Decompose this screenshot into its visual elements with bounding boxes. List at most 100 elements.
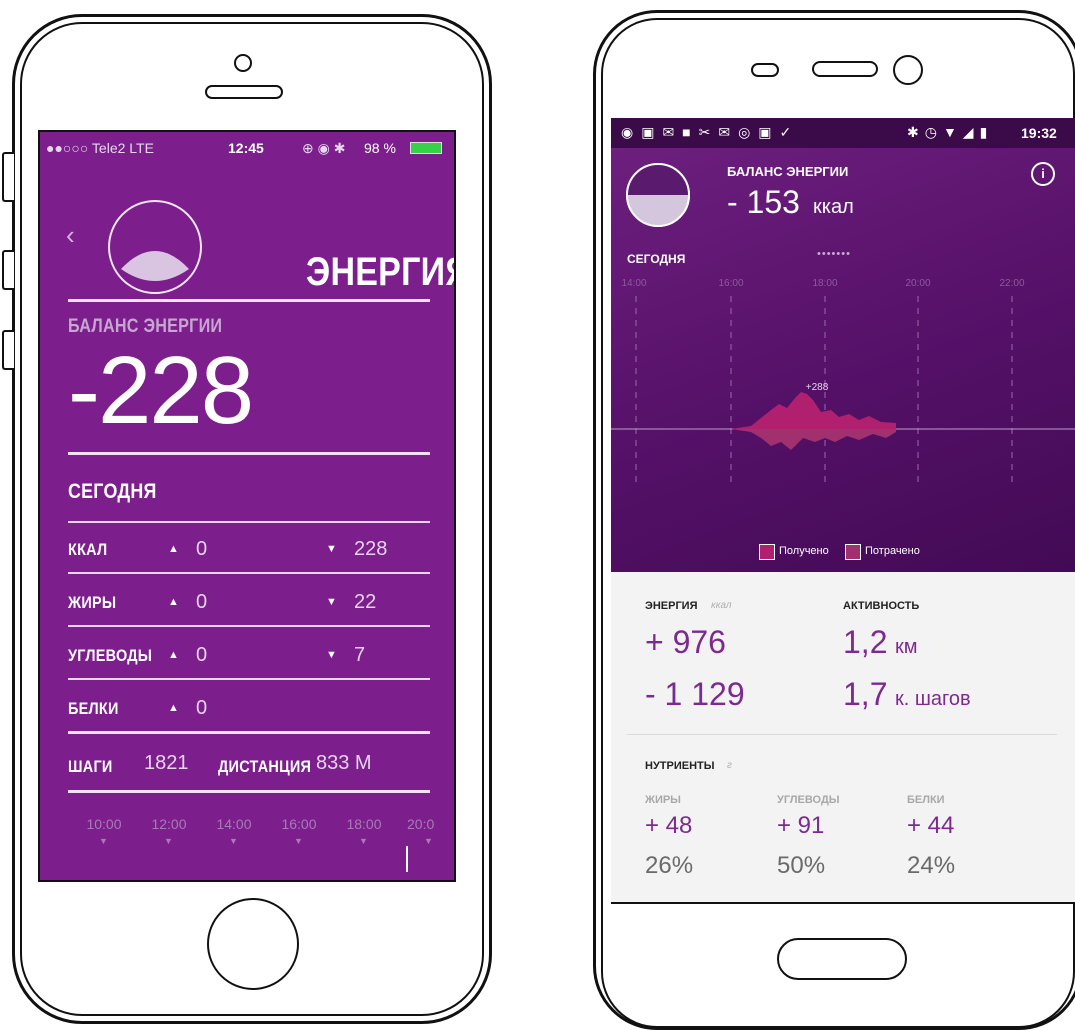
earpiece-speaker: [812, 61, 878, 77]
nutrient-percent: 24%: [907, 852, 956, 879]
down-arrow-icon: ▼: [326, 543, 337, 555]
tick-marker-icon: ▼: [294, 836, 303, 846]
today-label: СЕГОДНЯ: [68, 480, 157, 503]
page-indicator[interactable]: •••••••: [817, 248, 851, 260]
proximity-sensor: [751, 63, 779, 77]
distance-label: ДИСТАНЦИЯ: [218, 757, 312, 776]
nutrient-name: ЖИРЫ: [645, 794, 681, 806]
energy-bowl-icon: [108, 200, 202, 294]
volume-up-button: [2, 250, 14, 290]
iphone-screen: ●●○○○ Tele2 LTE 12:45 ⊕ ◉ ✱ 98 % ‹ ЭНЕРГ…: [38, 130, 456, 882]
timeline-tick: 20:0: [407, 816, 435, 832]
timeline-tick: 12:00: [151, 816, 187, 832]
table-row: ККАЛ ▲ 0 ▼ 228: [40, 522, 454, 574]
activity-steps-unit: к. шагов: [895, 688, 971, 710]
down-arrow-icon: ▼: [326, 596, 337, 608]
tick-marker-icon: ▼: [99, 836, 108, 846]
earpiece-speaker: [205, 85, 283, 99]
system-icons: ✱◷▼◢▮: [907, 124, 994, 140]
home-button[interactable]: [777, 938, 907, 980]
current-time-marker: [406, 846, 408, 872]
row-up-value: 0: [196, 591, 208, 613]
activity-km-unit: км: [895, 636, 918, 658]
table-row: ЖИРЫ ▲ 0 ▼ 22: [40, 575, 454, 627]
divider: [68, 299, 430, 302]
nutrient-value: + 48: [645, 812, 693, 839]
divider: [627, 734, 1057, 735]
row-up-value: 0: [196, 644, 208, 666]
timeline-tick: 16:00: [281, 816, 317, 832]
nutrients-unit: г: [727, 760, 732, 771]
nutrient-name: БЕЛКИ: [907, 794, 945, 806]
up-arrow-icon: ▲: [168, 543, 179, 555]
front-camera: [893, 55, 923, 85]
timeline-tick: 18:00: [346, 816, 382, 832]
status-bar: ◉▣✉■✂✉◎▣✓ ✱◷▼◢▮ 19:32: [611, 118, 1075, 148]
status-bar: ●●○○○ Tele2 LTE 12:45 ⊕ ◉ ✱ 98 %: [40, 132, 454, 160]
balance-value: -228: [68, 337, 254, 444]
battery-percent: 98 %: [364, 140, 396, 156]
row-down-value: 228: [354, 538, 388, 560]
balance-label: БАЛАНС ЭНЕРГИИ: [68, 316, 223, 337]
chart-hour-label: 16:00: [718, 278, 744, 289]
chart-hour-label: 14:00: [621, 278, 647, 289]
steps-label: ШАГИ: [68, 757, 113, 776]
energy-chart[interactable]: +288: [611, 292, 1075, 502]
today-label: СЕГОДНЯ: [627, 252, 686, 266]
tick-marker-icon: ▼: [164, 836, 173, 846]
divider: [68, 452, 430, 455]
info-icon[interactable]: i: [1031, 162, 1055, 186]
timeline-tick: 10:00: [86, 816, 122, 832]
tick-marker-icon: ▼: [229, 836, 238, 846]
row-up-value: 0: [196, 538, 208, 560]
home-button[interactable]: [207, 898, 299, 990]
balance-label: БАЛАНС ЭНЕРГИИ: [727, 164, 849, 179]
energy-unit: ккал: [711, 600, 732, 611]
legend-received-swatch: [759, 544, 775, 560]
android-screen: ◉▣✉■✂✉◎▣✓ ✱◷▼◢▮ 19:32 БАЛАНС ЭНЕРГИИ - 1…: [611, 118, 1075, 904]
table-row: УГЛЕВОДЫ ▲ 0 ▼ 7: [40, 628, 454, 680]
activity-label: АКТИВНОСТЬ: [843, 600, 920, 612]
legend-received-label: Получено: [779, 545, 829, 557]
chart-peak-label: +288: [806, 382, 829, 393]
up-arrow-icon: ▲: [168, 702, 179, 714]
balance-value: - 153: [727, 184, 800, 220]
nutrient-value: + 44: [907, 812, 955, 839]
timeline-tick: 14:00: [216, 816, 252, 832]
received-area: [731, 392, 896, 429]
volume-down-button: [2, 330, 14, 370]
tick-marker-icon: ▼: [424, 836, 433, 846]
divider: [68, 572, 430, 574]
summary-panel: ЭНЕРГИЯ ккал + 976 - 1 129 АКТИВНОСТЬ 1,…: [611, 572, 1075, 902]
up-arrow-icon: ▲: [168, 649, 179, 661]
distance-value: 833 М: [316, 752, 372, 774]
energy-plus: + 976: [645, 624, 726, 660]
divider: [68, 678, 430, 680]
chart-hour-label: 18:00: [812, 278, 838, 289]
energy-header: БАЛАНС ЭНЕРГИИ - 153 ккал i СЕГОДНЯ ••••…: [611, 148, 1075, 572]
nutrient-percent: 50%: [777, 852, 826, 879]
energy-minus: - 1 129: [645, 676, 745, 712]
mute-switch: [2, 152, 14, 202]
table-row: БЕЛКИ ▲ 0: [40, 681, 454, 734]
steps-value: 1821: [144, 752, 189, 774]
divider: [68, 625, 430, 627]
carrier-label: ●●○○○ Tele2 LTE: [46, 140, 154, 156]
timeline[interactable]: 10:00 12:00 14:00 16:00 18:00 20:0 ▼ ▼ ▼…: [40, 816, 454, 880]
activity-km-value: 1,2: [843, 624, 888, 660]
nutrient-percent: 26%: [645, 852, 694, 879]
row-label: УГЛЕВОДЫ: [68, 646, 153, 665]
down-arrow-icon: ▼: [326, 649, 337, 661]
divider: [68, 731, 430, 734]
status-time: 12:45: [228, 140, 264, 156]
status-time: 19:32: [1021, 125, 1057, 141]
row-down-value: 7: [354, 644, 366, 666]
balance-unit: ккал: [813, 196, 854, 218]
divider: [68, 790, 430, 793]
row-label: ККАЛ: [68, 540, 108, 559]
row-down-value: 22: [354, 591, 377, 613]
chevron-left-icon[interactable]: ‹: [66, 220, 75, 251]
up-arrow-icon: ▲: [168, 596, 179, 608]
front-camera: [234, 54, 252, 72]
nutrients-label: НУТРИЕНТЫ: [645, 760, 715, 772]
